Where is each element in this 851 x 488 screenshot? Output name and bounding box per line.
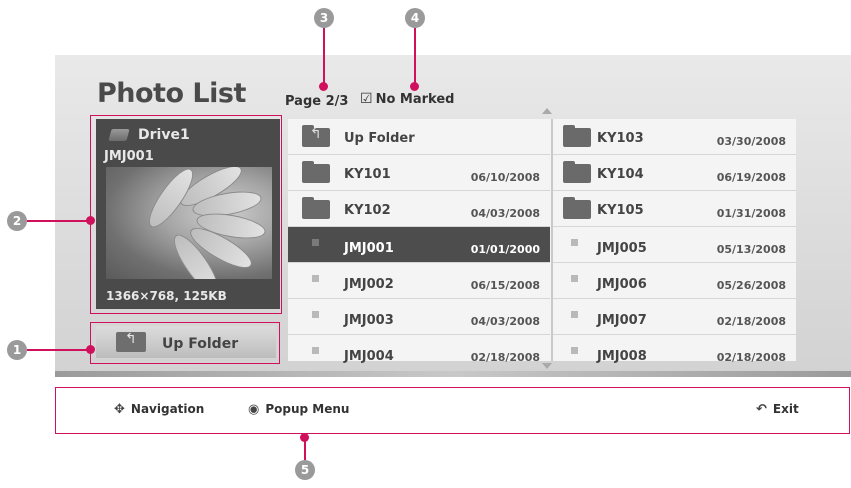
ok-button-icon: ◉ (248, 402, 260, 417)
folder-icon (563, 161, 591, 183)
photo-file-icon (312, 275, 319, 282)
callout-line-2 (27, 220, 89, 222)
photo-file-icon (312, 347, 319, 354)
callout-line-4 (414, 28, 416, 84)
list-item[interactable]: KY105 01/31/2008 (553, 191, 796, 227)
callout-badge-3: 3 (314, 8, 334, 28)
list-item[interactable]: JMJ002 06/15/2008 (288, 263, 550, 299)
list-item[interactable]: KY101 06/10/2008 (288, 155, 550, 191)
help-exit: ↶ Exit (756, 402, 799, 417)
column-divider (551, 119, 553, 361)
help-navigation-label: Navigation (130, 402, 205, 416)
up-folder-icon (302, 125, 330, 147)
photo-file-icon (571, 275, 578, 282)
callout-line-5 (304, 440, 306, 460)
list-item-date: 05/26/2008 (716, 279, 786, 292)
checkbox-icon: ☑ (360, 91, 373, 107)
callout-dot-1 (86, 345, 95, 354)
marked-status: ☑ No Marked (360, 91, 454, 107)
folder-icon (563, 197, 591, 219)
folder-icon (302, 197, 330, 219)
list-item[interactable]: JMJ005 05/13/2008 (553, 227, 796, 263)
scroll-up-arrow-icon[interactable] (542, 108, 552, 114)
list-item-date: 02/18/2008 (716, 351, 786, 364)
list-item-date: 03/30/2008 (716, 135, 786, 148)
list-item-name: JMJ002 (344, 277, 394, 292)
return-icon: ↶ (756, 402, 767, 417)
list-item-up-folder[interactable]: Up Folder (288, 119, 550, 155)
list-item-name: KY101 (344, 167, 391, 182)
annotation-frame-preview (90, 115, 282, 314)
list-item[interactable]: KY103 03/30/2008 (553, 119, 796, 155)
callout-badge-4: 4 (405, 8, 425, 28)
callout-badge-2: 2 (7, 211, 27, 231)
list-item-date: 01/31/2008 (716, 207, 786, 220)
callout-dot-3 (319, 82, 328, 91)
list-item[interactable]: JMJ007 02/18/2008 (553, 299, 796, 335)
list-item-date: 04/03/2008 (470, 315, 540, 328)
list-item[interactable]: JMJ003 04/03/2008 (288, 299, 550, 335)
list-item[interactable]: JMJ008 02/18/2008 (553, 335, 796, 371)
folder-icon (563, 125, 591, 147)
help-navigation: ✥ Navigation (114, 402, 204, 417)
photo-file-icon (571, 311, 578, 318)
navigation-arrows-icon: ✥ (114, 402, 125, 417)
photo-file-icon (571, 239, 578, 246)
list-item-date: 06/19/2008 (716, 171, 786, 184)
help-popup-label: Popup Menu (265, 402, 350, 416)
callout-badge-1: 1 (7, 340, 27, 360)
list-item-name: KY103 (597, 131, 644, 146)
list-item-name: JMJ005 (597, 241, 647, 256)
list-item-date: 02/18/2008 (716, 315, 786, 328)
photo-file-icon (312, 239, 319, 246)
list-item-name: JMJ006 (597, 277, 647, 292)
help-exit-label: Exit (772, 402, 799, 416)
list-item[interactable]: KY104 06/19/2008 (553, 155, 796, 191)
list-item-name: KY104 (597, 167, 644, 182)
list-item-selected[interactable]: JMJ001 01/01/2000 (288, 227, 550, 263)
callout-badge-5: 5 (295, 460, 315, 480)
annotation-frame-up-folder (90, 322, 280, 364)
callout-line-1 (27, 349, 89, 351)
list-item-name: KY102 (344, 203, 391, 218)
list-item-date: 04/03/2008 (470, 207, 540, 220)
list-item-date: 06/15/2008 (470, 279, 540, 292)
help-popup-menu: ◉ Popup Menu (248, 402, 349, 417)
list-item-name: JMJ008 (597, 349, 647, 364)
page-title: Photo List (97, 78, 246, 109)
marked-label: No Marked (375, 92, 455, 107)
list-item-name: KY105 (597, 203, 644, 218)
list-item-name: Up Folder (344, 131, 415, 146)
help-bar: ✥ Navigation ◉ Popup Menu ↶ Exit (55, 387, 850, 434)
list-item-date: 06/10/2008 (470, 171, 540, 184)
list-item[interactable]: JMJ006 05/26/2008 (553, 263, 796, 299)
list-item-name: JMJ001 (344, 241, 394, 256)
list-item-date: 05/13/2008 (716, 243, 786, 256)
photo-file-icon (312, 311, 319, 318)
list-item-name: JMJ007 (597, 313, 647, 328)
list-item[interactable]: JMJ004 02/18/2008 (288, 335, 550, 371)
list-item-date: 02/18/2008 (470, 351, 540, 364)
list-item[interactable]: KY102 04/03/2008 (288, 191, 550, 227)
callout-dot-4 (410, 82, 419, 91)
callout-line-3 (323, 28, 325, 84)
panel-bottom-bar (55, 371, 851, 377)
page-indicator: Page 2/3 (285, 94, 349, 109)
list-item-name: JMJ004 (344, 349, 394, 364)
list-item-date: 01/01/2000 (470, 243, 540, 256)
photo-file-icon (571, 347, 578, 354)
list-item-name: JMJ003 (344, 313, 394, 328)
folder-icon (302, 161, 330, 183)
callout-dot-2 (86, 216, 95, 225)
